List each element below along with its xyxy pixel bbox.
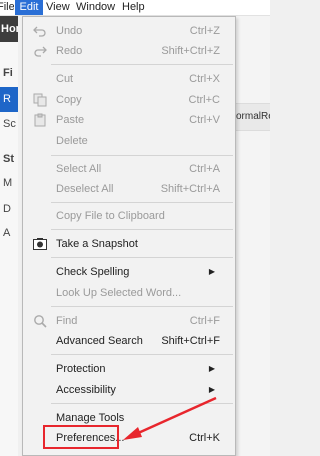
redo-icon: [33, 44, 47, 58]
menu-item-find[interactable]: Find Ctrl+F: [23, 312, 235, 330]
left-item[interactable]: Sc: [3, 118, 16, 130]
check-spelling-label: Check Spelling: [56, 266, 130, 278]
separator: [51, 306, 233, 307]
deselect-all-label: Deselect All: [56, 183, 114, 195]
paste-shortcut: Ctrl+V: [189, 114, 220, 126]
cut-shortcut: Ctrl+X: [189, 73, 220, 85]
menu-edit[interactable]: Edit: [15, 0, 43, 15]
menu-item-copy-file-to-clipboard[interactable]: Copy File to Clipboard: [23, 207, 235, 225]
menu-item-accessibility[interactable]: Accessibility ▶: [23, 381, 235, 399]
menu-item-look-up[interactable]: Look Up Selected Word...: [23, 284, 235, 302]
file-row[interactable]: ormalRep: [236, 103, 270, 131]
menu-file[interactable]: File: [0, 0, 14, 15]
separator: [51, 257, 233, 258]
separator: [51, 202, 233, 203]
find-shortcut: Ctrl+F: [189, 315, 220, 327]
separator: [51, 403, 233, 404]
copy-icon: [33, 93, 47, 107]
undo-shortcut: Ctrl+Z: [189, 25, 220, 37]
accessibility-label: Accessibility: [56, 384, 116, 396]
select-all-label: Select All: [56, 163, 102, 175]
camera-icon: [33, 237, 47, 251]
redo-label: Redo: [56, 45, 83, 57]
undo-icon: [33, 24, 47, 38]
menu-item-deselect-all[interactable]: Deselect All Shift+Ctrl+A: [23, 180, 235, 198]
menu-item-advanced-search[interactable]: Advanced Search Shift+Ctrl+F: [23, 332, 235, 350]
left-heading: St: [3, 153, 14, 165]
snapshot-label: Take a Snapshot: [56, 238, 138, 250]
menu-item-manage-tools[interactable]: Manage Tools: [23, 409, 235, 427]
left-selected-item[interactable]: R: [0, 87, 18, 112]
redo-shortcut: Shift+Ctrl+Z: [161, 45, 220, 57]
search-icon: [33, 314, 47, 328]
submenu-arrow-icon: ▶: [208, 385, 215, 394]
delete-label: Delete: [56, 135, 88, 147]
menu-item-check-spelling[interactable]: Check Spelling ▶: [23, 263, 235, 281]
find-label: Find: [56, 315, 78, 327]
right-pane: [236, 16, 270, 456]
deselect-all-shortcut: Shift+Ctrl+A: [160, 183, 220, 195]
protection-label: Protection: [56, 363, 106, 375]
home-tab[interactable]: Home: [0, 16, 18, 42]
advanced-search-label: Advanced Search: [56, 335, 143, 347]
menu-help[interactable]: Help: [122, 0, 145, 15]
left-item[interactable]: D: [3, 203, 11, 215]
undo-label: Undo: [56, 25, 83, 37]
manage-tools-label: Manage Tools: [56, 412, 125, 424]
left-item[interactable]: M: [3, 177, 12, 189]
left-heading: Fi: [3, 67, 13, 79]
menu-item-cut[interactable]: Cut Ctrl+X: [23, 70, 235, 88]
submenu-arrow-icon: ▶: [208, 364, 215, 373]
menu-item-take-snapshot[interactable]: Take a Snapshot: [23, 235, 235, 253]
menu-item-delete[interactable]: Delete: [23, 132, 235, 150]
preferences-shortcut: Ctrl+K: [189, 432, 220, 444]
select-all-shortcut: Ctrl+A: [189, 163, 220, 175]
menu-item-preferences[interactable]: Preferences... Ctrl+K: [23, 429, 235, 447]
separator: [51, 229, 233, 230]
copy-shortcut: Ctrl+C: [188, 94, 220, 106]
menu-window[interactable]: Window: [76, 0, 115, 15]
separator: [51, 354, 233, 355]
left-item[interactable]: A: [3, 227, 10, 239]
paste-icon: [33, 113, 47, 127]
advanced-search-shortcut: Shift+Ctrl+F: [161, 335, 220, 347]
separator: [51, 64, 233, 65]
menu-item-redo[interactable]: Redo Shift+Ctrl+Z: [23, 42, 235, 60]
copy-clipboard-label: Copy File to Clipboard: [56, 210, 165, 222]
paste-label: Paste: [56, 114, 85, 126]
menu-item-paste[interactable]: Paste Ctrl+V: [23, 111, 235, 129]
cut-label: Cut: [56, 73, 74, 85]
menu-item-undo[interactable]: Undo Ctrl+Z: [23, 22, 235, 40]
menu-item-copy[interactable]: Copy Ctrl+C: [23, 91, 235, 109]
preferences-label: Preferences...: [56, 432, 125, 444]
submenu-arrow-icon: ▶: [208, 267, 215, 276]
separator: [51, 155, 233, 156]
edit-menu: Undo Ctrl+Z Redo Shift+Ctrl+Z Cut Ctrl+X…: [22, 16, 236, 456]
menu-item-protection[interactable]: Protection ▶: [23, 360, 235, 378]
menu-bar: File Edit View Window Help: [0, 0, 270, 16]
lookup-label: Look Up Selected Word...: [56, 287, 182, 299]
menu-item-select-all[interactable]: Select All Ctrl+A: [23, 160, 235, 178]
menu-view[interactable]: View: [46, 0, 70, 15]
copy-label: Copy: [56, 94, 82, 106]
